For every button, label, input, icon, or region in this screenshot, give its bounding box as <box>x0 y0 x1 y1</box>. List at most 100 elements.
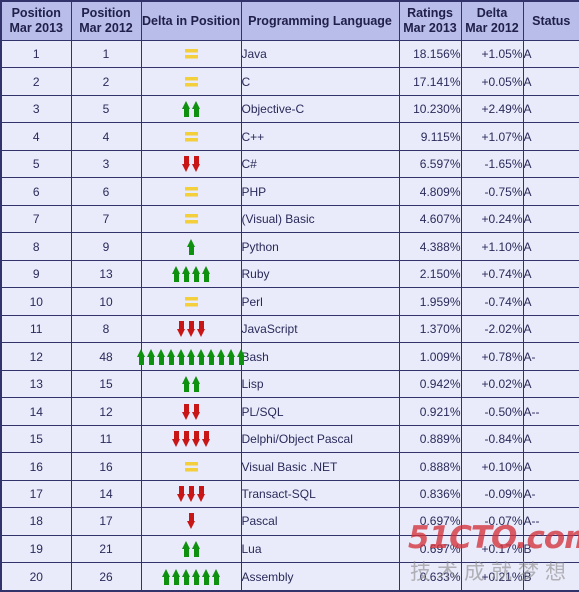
cell-position-2013: 11 <box>0 314 72 344</box>
cell-status: A <box>522 149 579 179</box>
table-row: 5 3 C# 6.597% -1.65% A <box>0 149 579 179</box>
cell-programming-language: Lisp <box>240 369 400 399</box>
cell-ratings: 6.597% <box>398 149 462 179</box>
cell-delta-position <box>140 534 242 564</box>
cell-delta-position <box>140 232 242 261</box>
cell-ratings: 0.697% <box>398 507 462 536</box>
arrow-up-icon <box>186 238 196 255</box>
cell-position-2013: 10 <box>0 287 72 316</box>
cell-programming-language: C# <box>240 149 400 179</box>
cell-status: A- <box>522 479 579 509</box>
cell-position-2013: 7 <box>0 204 72 234</box>
cell-programming-language: C++ <box>240 122 400 151</box>
column-header-line2: Mar 2013 <box>9 21 63 35</box>
cell-delta-ratings: +2.49% <box>460 94 524 124</box>
cell-delta-ratings: -2.02% <box>460 314 524 344</box>
arrow-up-icon <box>171 568 181 585</box>
table-row: 1 1 Java 18.156% +1.05% A <box>0 39 579 69</box>
column-header-line1: Delta <box>476 6 508 20</box>
cell-delta-position <box>140 67 242 96</box>
arrow-up-icon <box>181 101 191 118</box>
arrow-up-icon <box>181 266 191 283</box>
cell-position-2013: 17 <box>0 479 72 509</box>
equal-icon <box>184 131 198 142</box>
cell-position-2013: 15 <box>0 424 72 454</box>
delta-icon-group <box>142 426 241 452</box>
arrow-down-icon <box>186 513 196 530</box>
delta-icon-group <box>142 178 241 204</box>
delta-icon-group <box>142 508 241 534</box>
arrow-up-icon <box>206 348 216 365</box>
equal-icon <box>184 461 198 472</box>
cell-position-2012: 12 <box>70 397 142 426</box>
cell-delta-position <box>140 397 242 426</box>
delta-icon-group <box>142 536 241 562</box>
cell-delta-ratings: -1.65% <box>460 149 524 179</box>
column-header-pos2012: Position Mar 2012 <box>70 0 142 41</box>
table-row: 15 11 Delphi/Object Pascal 0.889% -0.84% A <box>0 424 579 454</box>
cell-position-2013: 9 <box>0 259 72 289</box>
cell-delta-position <box>140 204 242 234</box>
arrow-down-icon <box>201 431 211 448</box>
table-row: 13 15 Lisp 0.942% +0.02% A <box>0 369 579 399</box>
cell-status: B <box>522 562 579 592</box>
cell-ratings: 10.230% <box>398 94 462 124</box>
cell-programming-language: JavaScript <box>240 314 400 344</box>
arrow-down-icon <box>196 321 206 338</box>
column-header-language: Programming Language <box>240 0 400 41</box>
cell-position-2012: 15 <box>70 369 142 399</box>
cell-delta-ratings: +1.10% <box>460 232 524 261</box>
delta-icon-group <box>142 481 241 507</box>
cell-status: A <box>522 314 579 344</box>
arrow-down-icon <box>196 485 206 502</box>
cell-position-2012: 5 <box>70 94 142 124</box>
table-row: 6 6 PHP 4.809% -0.75% A <box>0 177 579 206</box>
cell-delta-position <box>140 149 242 179</box>
delta-icon-group <box>142 453 241 479</box>
column-header-line1: Programming Language <box>248 13 392 28</box>
cell-status: A <box>522 122 579 151</box>
cell-position-2013: 18 <box>0 507 72 536</box>
arrow-up-icon <box>156 348 166 365</box>
cell-delta-ratings: +0.10% <box>460 452 524 481</box>
cell-delta-position <box>140 562 242 592</box>
cell-ratings: 1.009% <box>398 342 462 371</box>
cell-position-2013: 5 <box>0 149 72 179</box>
arrow-down-icon <box>186 321 196 338</box>
cell-delta-ratings: +1.05% <box>460 39 524 69</box>
cell-status: A <box>522 177 579 206</box>
cell-programming-language: Assembly <box>240 562 400 592</box>
cell-status: A <box>522 287 579 316</box>
cell-delta-ratings: +0.02% <box>460 369 524 399</box>
cell-delta-position <box>140 314 242 344</box>
equal-icon <box>184 76 198 87</box>
header-row: Position Mar 2013 Position Mar 2012 Delta in… <box>0 0 579 41</box>
cell-status: A <box>522 204 579 234</box>
cell-ratings: 0.942% <box>398 369 462 399</box>
delta-icon-group <box>142 288 241 314</box>
cell-status: A <box>522 452 579 481</box>
equal-icon <box>184 186 198 197</box>
cell-delta-ratings: +0.05% <box>460 67 524 96</box>
column-header-delta_position: Delta in Position <box>140 0 242 41</box>
column-header-line2: Mar 2013 <box>403 21 457 35</box>
arrow-down-icon <box>171 431 181 448</box>
cell-programming-language: Lua <box>240 534 400 564</box>
delta-icon-group <box>142 68 241 94</box>
column-header-line1: Position <box>81 6 131 20</box>
column-header-ratings: Ratings Mar 2013 <box>398 0 462 41</box>
arrow-up-icon <box>181 540 191 557</box>
arrow-down-icon <box>191 403 201 420</box>
cell-position-2012: 11 <box>70 424 142 454</box>
table-row: 12 48 Bash 1.009% +0.78% A- <box>0 342 579 371</box>
cell-delta-position <box>140 39 242 69</box>
cell-position-2013: 1 <box>0 39 72 69</box>
cell-ratings: 0.697% <box>398 534 462 564</box>
arrow-down-icon <box>191 431 201 448</box>
cell-status: A <box>522 369 579 399</box>
cell-programming-language: Perl <box>240 287 400 316</box>
cell-ratings: 1.959% <box>398 287 462 316</box>
cell-ratings: 4.809% <box>398 177 462 206</box>
delta-icon-group <box>142 151 241 177</box>
arrow-up-icon <box>136 348 146 365</box>
